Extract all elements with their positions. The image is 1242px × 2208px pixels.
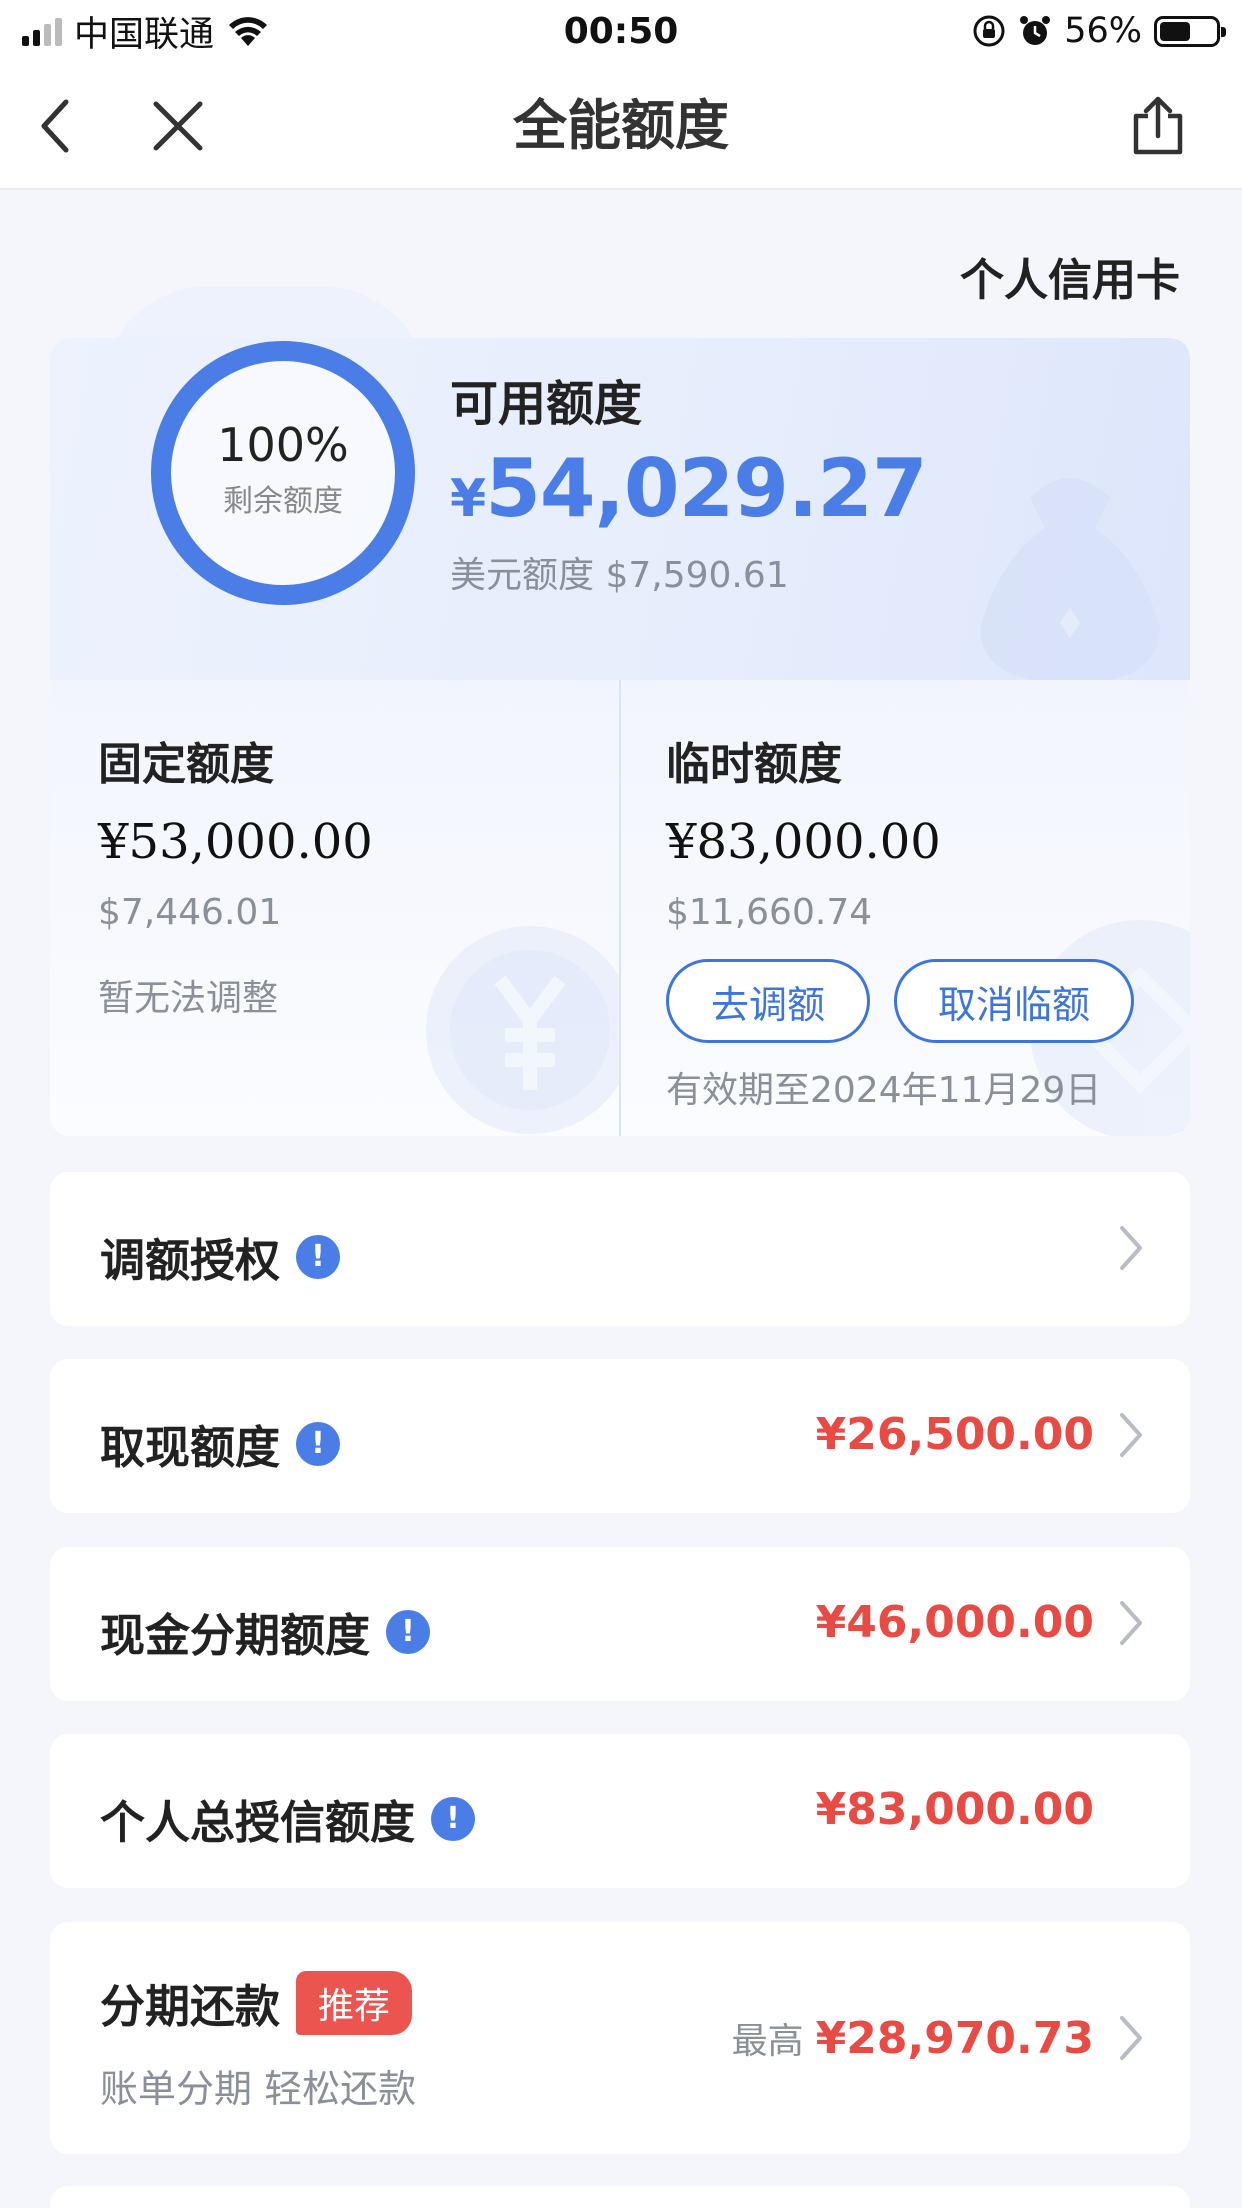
back-button[interactable] [18,88,94,164]
cancel-temp-limit-button[interactable]: 取消临额 [894,959,1134,1043]
recommend-badge: 推荐 [296,1970,413,2035]
temp-limit-title: 临时额度 [666,739,842,790]
info-icon[interactable]: ! [296,1234,341,1279]
info-icon[interactable]: ! [386,1609,431,1654]
limit-breakdown: 固定额度 ¥53,000.00 $7,446.01 暂无法调整 临时额度 ¥83… [50,680,1190,1136]
ring-text: 100% 剩余额度 [148,418,418,520]
info-icon[interactable]: ! [296,1421,341,1466]
yuan-coin-decor-icon [426,926,620,1134]
row-label: 分期还款 [100,1980,281,2033]
share-button[interactable] [1120,88,1196,164]
row-label: 个人总授信额度 [100,1796,416,1849]
row-installment-repayment[interactable]: 分期还款 推荐 账单分期 轻松还款 最高 ¥28,970.73 [50,1922,1190,2154]
status-left: 中国联通 [22,6,502,57]
temp-limit-usd: $11,660.74 [666,892,873,933]
chevron-right-icon [1120,1413,1142,1457]
max-prefix: 最高 [731,2021,804,2062]
next-card-peek [50,2186,1190,2208]
row-label-wrap: 现金分期额度 ! [100,1599,431,1664]
remaining-percent: 100% [217,418,349,472]
wifi-icon [229,17,268,46]
usd-limit: 美元额度 $7,590.61 [450,555,789,596]
battery-icon [1154,15,1226,47]
adjust-limit-button[interactable]: 去调额 [666,959,870,1043]
temp-limit-actions: 去调额 取消临额 [666,959,1134,1043]
money-bag-decor-icon [980,478,1160,683]
available-value: 54,029.27 [485,442,927,535]
remaining-label: 剩余额度 [223,484,343,519]
status-bar: 中国联通 00:50 56% [0,0,1242,62]
battery-fill [1160,21,1191,41]
battery-percent: 56% [1064,11,1142,51]
account-type-link[interactable]: 个人信用卡 [960,244,1180,308]
row-label: 调额授权 [100,1234,281,1287]
nav-bar: 全能额度 [0,62,1242,190]
fixed-limit-title: 固定额度 [98,739,274,790]
row-label-wrap: 个人总授信额度 ! [100,1786,476,1851]
row-cash-advance-limit[interactable]: 取现额度 ! ¥26,500.00 [50,1359,1190,1513]
close-button[interactable] [140,88,216,164]
fixed-limit-amount: ¥53,000.00 [98,814,373,870]
chevron-right-icon [1120,2016,1142,2060]
row-cash-installment-limit[interactable]: 现金分期额度 ! ¥46,000.00 [50,1547,1190,1701]
fixed-limit-usd: $7,446.01 [98,892,282,933]
temp-limit-column: 临时额度 ¥83,000.00 $11,660.74 去调额 取消临额 有效期至… [666,728,1134,1113]
close-icon [153,101,203,151]
row-total-credit-limit: 个人总授信额度 ! ¥83,000.00 [50,1734,1190,1888]
row-value: ¥46,000.00 [815,1597,1094,1648]
installment-value-wrap: 最高 ¥28,970.73 [732,2012,1094,2064]
share-icon [1133,96,1183,155]
chevron-left-icon [41,99,69,153]
credit-limit-page: 中国联通 00:50 56% 全能额度 个人信用卡 100% 剩余额度 可用额度… [0,0,1242,2208]
row-label: 现金分期额度 [100,1609,371,1662]
row-value: ¥26,500.00 [815,1409,1094,1460]
available-amount: ¥54,029.27 [450,442,928,535]
orientation-lock-icon [973,15,1005,47]
row-value: ¥28,970.73 [815,2013,1094,2064]
temp-limit-valid-until: 有效期至2024年11月29日 [666,1070,1102,1111]
limit-card: 100% 剩余额度 可用额度 ¥54,029.27 美元额度 $7,590.61 [50,338,1190,1136]
installment-subtitle: 账单分期 轻松还款 [100,2067,417,2111]
row-label-wrap: 分期还款 推荐 [100,1970,413,2035]
fixed-limit-column: 固定额度 ¥53,000.00 $7,446.01 暂无法调整 [98,728,373,1021]
chevron-right-icon [1120,1226,1142,1270]
temp-limit-amount: ¥83,000.00 [666,814,941,870]
row-label-wrap: 调额授权 ! [100,1224,341,1289]
signal-icon [22,16,62,46]
alarm-icon [1020,16,1051,45]
available-title: 可用额度 [450,376,643,432]
status-right: 56% [972,11,1226,51]
available-currency: ¥ [450,469,486,529]
row-value: ¥83,000.00 [815,1784,1094,1835]
row-label: 取现额度 [100,1421,281,1474]
row-adjust-authorization[interactable]: 调额授权 ! [50,1172,1190,1326]
row-label-wrap: 取现额度 ! [100,1411,341,1476]
carrier-name: 中国联通 [74,14,215,55]
available-limit-panel: 100% 剩余额度 可用额度 ¥54,029.27 美元额度 $7,590.61 [50,338,1190,683]
chevron-right-icon [1120,1601,1142,1645]
info-icon[interactable]: ! [431,1796,476,1841]
fixed-limit-note: 暂无法调整 [98,978,279,1019]
